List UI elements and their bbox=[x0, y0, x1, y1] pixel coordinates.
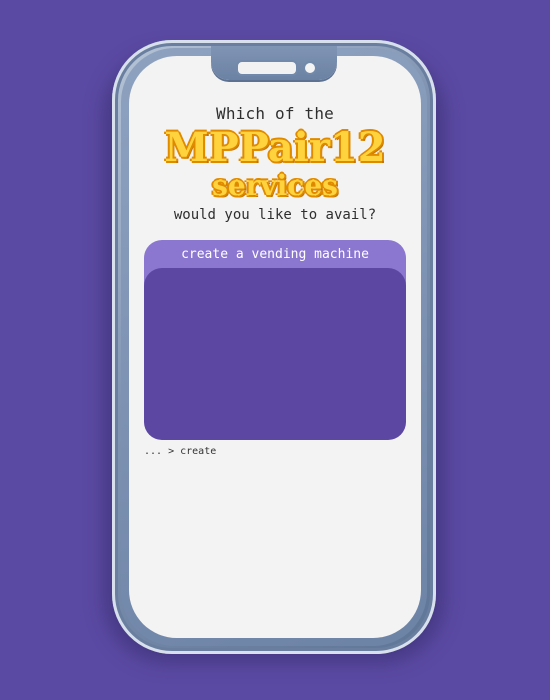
brand-title: MPPair12 bbox=[164, 124, 386, 171]
service-card-body[interactable] bbox=[144, 268, 406, 440]
prompt-line-1: Which of the bbox=[216, 104, 334, 123]
stage: Which of the MPPair12 services would you… bbox=[0, 0, 550, 700]
brand-subtitle: services bbox=[212, 169, 338, 202]
camera-icon bbox=[303, 61, 317, 75]
service-card-title[interactable]: create a vending machine bbox=[144, 240, 406, 270]
speaker-icon bbox=[236, 60, 298, 76]
service-card[interactable]: create a vending machine bbox=[144, 240, 406, 440]
breadcrumb: ... > create bbox=[144, 446, 217, 457]
prompt-line-2: would you like to avail? bbox=[173, 207, 377, 223]
